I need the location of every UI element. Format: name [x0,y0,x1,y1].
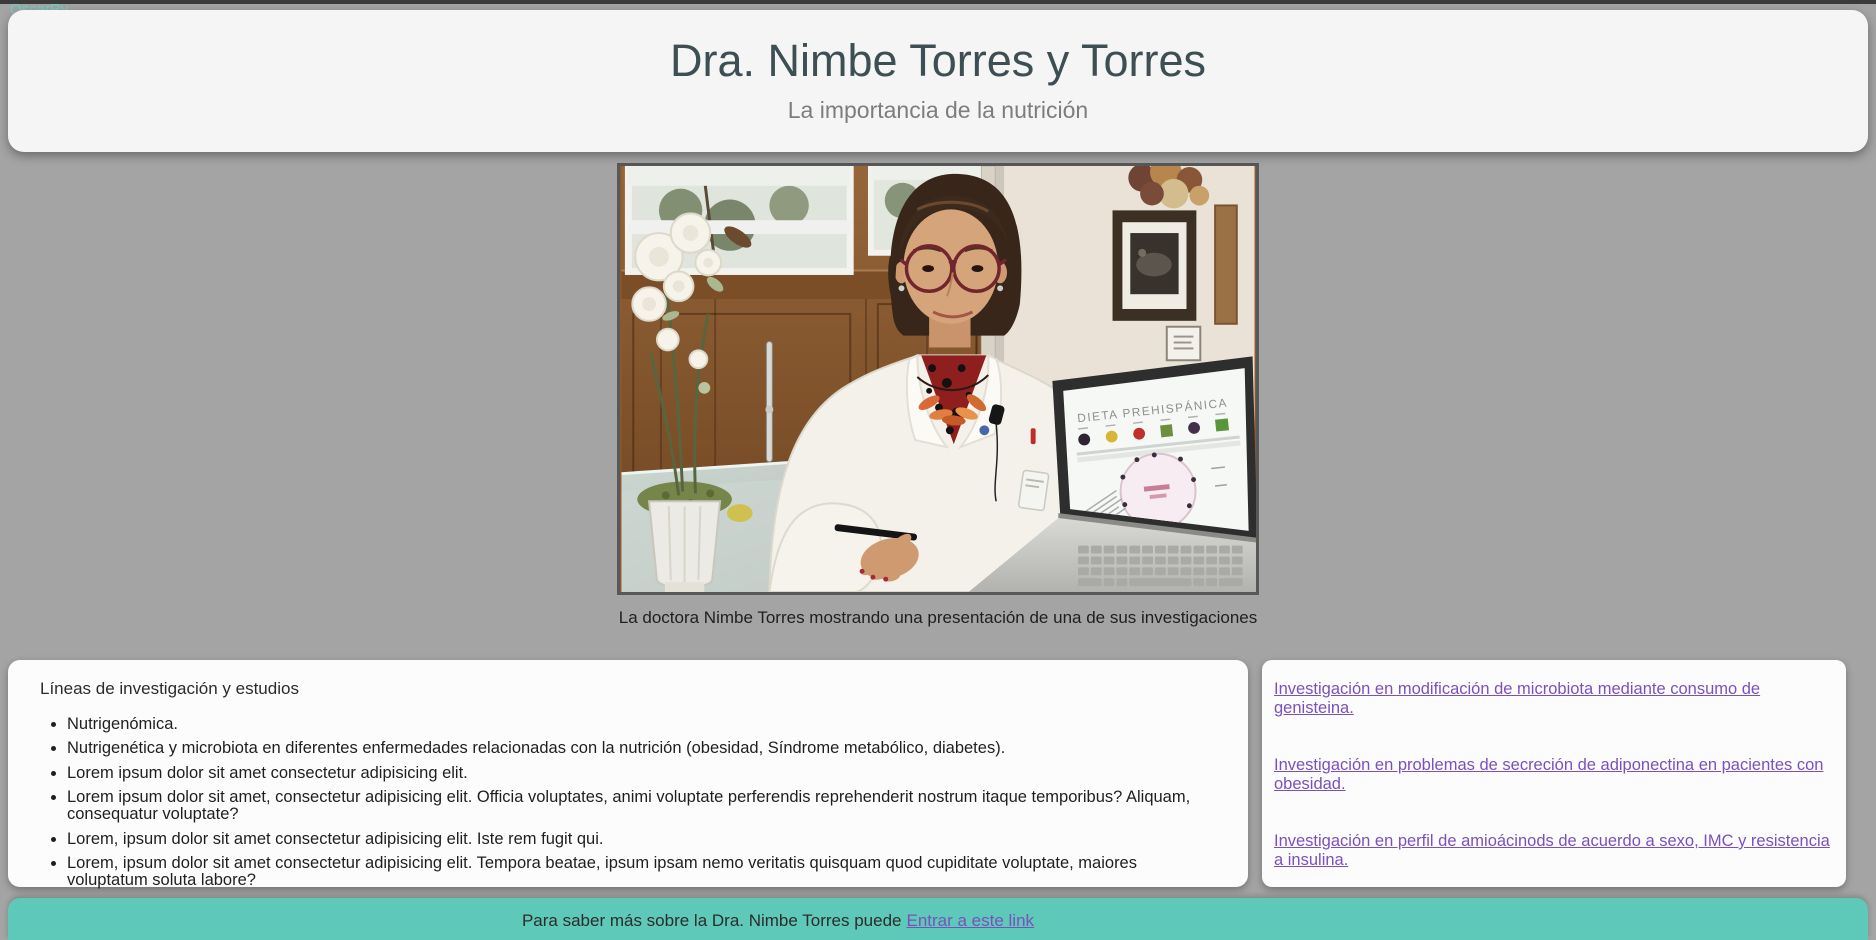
picture-frame [1112,210,1197,321]
links-panel: Investigación en modificación de microbi… [1262,660,1846,926]
research-item: Nutrigenética y microbiota en diferentes… [67,739,1218,757]
research-link-microbiota[interactable]: Investigación en modificación de microbi… [1274,680,1760,717]
side-frame-edge [1214,204,1238,325]
doctor-photo: DIETA PREHISPÁNICA [617,156,1259,595]
small-frame [1165,325,1202,362]
footer-link[interactable]: Entrar a este link [906,911,1034,930]
doctor-figure: DIETA PREHISPÁNICA La doctora Nimbe Torr… [0,156,1876,628]
page-header: Dra. Nimbe Torres y Torres La importanci… [8,10,1868,152]
page-footer: Para saber más sobre la Dra. Nimbe Torre… [8,898,1868,940]
figure-caption: La doctora Nimbe Torres mostrando una pr… [618,608,1258,627]
research-link-aminoacidos[interactable]: Investigación en perfil de amioácinods d… [1274,832,1830,869]
research-list: Nutrigenómica. Nutrigenética y microbiot… [40,715,1218,890]
research-item: Lorem, ipsum dolor sit amet consectetur … [67,854,1218,890]
footer-text: Para saber más sobre la Dra. Nimbe Torre… [521,911,902,930]
page-subtitle: La importancia de la nutrición [787,96,1089,123]
research-item: Nutrigenómica. [67,715,1218,733]
main-content: Líneas de investigación y estudios Nutri… [8,660,1846,926]
research-item: Lorem ipsum dolor sit amet consectetur a… [67,764,1218,782]
research-item: Lorem ipsum dolor sit amet, consectetur … [67,788,1218,824]
research-heading: Líneas de investigación y estudios [40,679,299,698]
doctor-photo-illustration: DIETA PREHISPÁNICA [621,156,1258,593]
research-item: Lorem, ipsum dolor sit amet consectetur … [67,830,1218,848]
research-panel: Líneas de investigación y estudios Nutri… [8,660,1248,890]
window-top-edge [0,0,1876,4]
page-title: Dra. Nimbe Torres y Torres [670,35,1206,86]
research-link-adiponectina[interactable]: Investigación en problemas de secreción … [1274,756,1823,793]
